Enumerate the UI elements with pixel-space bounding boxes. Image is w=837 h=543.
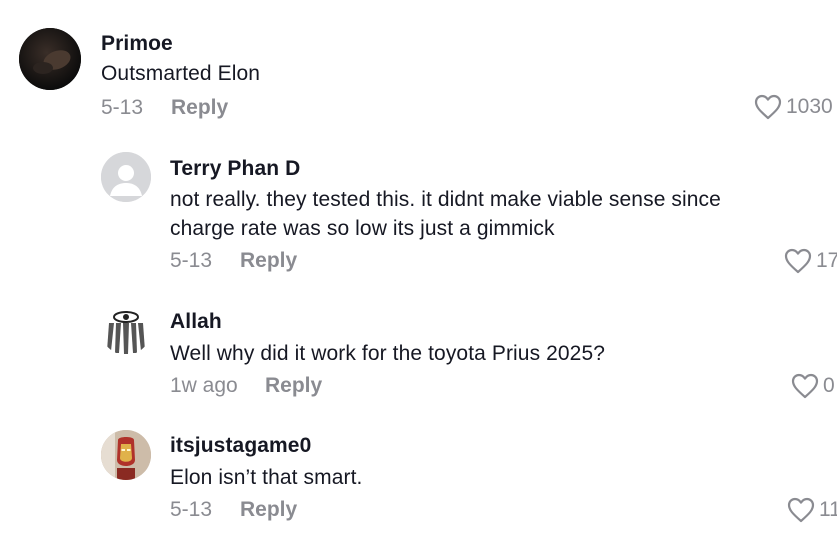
reply-button[interactable]: Reply [171, 96, 228, 120]
comment-text: Elon isn’t that smart. [170, 466, 363, 489]
commenter-name[interactable]: Allah [170, 310, 222, 334]
comment-text: not really. they tested this. it didnt m… [170, 188, 721, 240]
reply-button[interactable]: Reply [240, 498, 297, 522]
comment-text: Well why did it work for the toyota Priu… [170, 342, 606, 365]
comment-date: 5-13 [170, 498, 213, 521]
like-count: 0 [823, 374, 835, 397]
comment-allah: Allah Well why did it work for the toyot… [0, 280, 837, 410]
like-button[interactable]: 17 [784, 248, 837, 274]
comment-date: 5-13 [101, 96, 144, 119]
comment-date: 1w ago [170, 374, 238, 397]
avatar[interactable] [101, 305, 151, 355]
commenter-name[interactable]: Primoe [101, 32, 173, 56]
comment-date: 5-13 [170, 249, 213, 272]
like-button[interactable]: 1030 [754, 94, 833, 120]
comment-terry-phan-d: Terry Phan D not really. they tested thi… [0, 140, 837, 280]
reply-button[interactable]: Reply [240, 249, 297, 273]
heart-outline-icon [784, 248, 812, 274]
comment-itsjustagame0: itsjustagame0 Elon isn’t that smart. 5-1… [0, 410, 837, 543]
commenter-name[interactable]: itsjustagame0 [170, 434, 311, 458]
commenter-name[interactable]: Terry Phan D [170, 157, 300, 181]
like-count: 17 [816, 249, 837, 272]
reply-button[interactable]: Reply [265, 374, 322, 398]
avatar[interactable] [101, 152, 151, 202]
heart-outline-icon [791, 373, 819, 399]
avatar[interactable] [19, 28, 81, 90]
like-button[interactable]: 11 [787, 497, 837, 523]
heart-outline-icon [787, 497, 815, 523]
comment-text: Outsmarted Elon [101, 62, 261, 85]
like-count: 1030 [786, 95, 833, 118]
heart-outline-icon [754, 94, 782, 120]
comment-primoe: Primoe Outsmarted Elon 5-13 Reply 1030 [0, 0, 837, 140]
like-count: 11 [819, 498, 837, 521]
like-button[interactable]: 0 [791, 373, 835, 399]
avatar[interactable] [101, 430, 151, 480]
